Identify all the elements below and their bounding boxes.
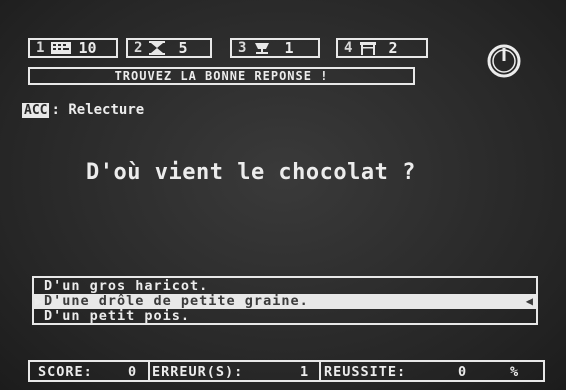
slot-value: 2 <box>388 39 398 57</box>
question-text: D'où vient le chocolat ? <box>86 160 416 185</box>
pointer-left-icon: ◀ <box>525 294 534 308</box>
slot-4[interactable]: 4 2 <box>336 38 428 58</box>
mode-indicator: ACC : Relecture <box>22 102 144 118</box>
hourglass-icon <box>148 41 166 55</box>
divider <box>148 362 150 380</box>
score-value: 0 <box>128 364 138 380</box>
slot-3[interactable]: 3 1 <box>230 38 320 58</box>
pointer-right-icon: ▶ <box>35 294 44 308</box>
errors-value: 1 <box>300 364 310 380</box>
answer-text: D'un gros haricot. <box>44 278 209 294</box>
instruction-strip: TROUVEZ LA BONNE REPONSE ! <box>28 67 415 85</box>
mode-label: : Relecture <box>51 102 145 118</box>
answer-text: D'un petit pois. <box>44 308 191 324</box>
success-value: 0 <box>458 364 468 380</box>
slot-number: 3 <box>238 40 247 56</box>
percent-sign: % <box>510 364 520 380</box>
slot-value: 10 <box>78 39 97 57</box>
success-label: REUSSITE: <box>324 364 407 380</box>
lamp-icon <box>252 41 272 55</box>
mode-tag: ACC <box>22 102 50 118</box>
answer-list: D'un gros haricot. ▶ D'une drôle de peti… <box>32 276 538 325</box>
slot-value: 5 <box>178 39 188 57</box>
slot-number: 1 <box>36 40 45 56</box>
keyboard-icon <box>50 41 72 55</box>
power-icon[interactable] <box>484 40 524 80</box>
slot-2[interactable]: 2 5 <box>126 38 212 58</box>
status-bar: SCORE: 0 ERREUR(S): 1 REUSSITE: 0 % <box>28 360 545 382</box>
answer-option-selected[interactable]: ▶ D'une drôle de petite graine. ◀ <box>34 294 536 309</box>
slot-1[interactable]: 1 10 <box>28 38 118 58</box>
errors-label: ERREUR(S): <box>152 364 244 380</box>
slot-value: 1 <box>284 39 294 57</box>
slot-number: 4 <box>344 40 353 56</box>
answer-option[interactable]: D'un petit pois. <box>34 309 536 324</box>
game-screen: 1 10 2 5 3 1 4 2 TROUVEZ LA BONNE REPONS… <box>0 0 566 390</box>
slot-number: 2 <box>134 40 143 56</box>
answer-text: D'une drôle de petite graine. <box>44 293 309 309</box>
score-label: SCORE: <box>38 364 93 380</box>
answer-option[interactable]: D'un gros haricot. <box>34 279 536 294</box>
divider <box>319 362 321 380</box>
gate-icon <box>358 41 378 55</box>
